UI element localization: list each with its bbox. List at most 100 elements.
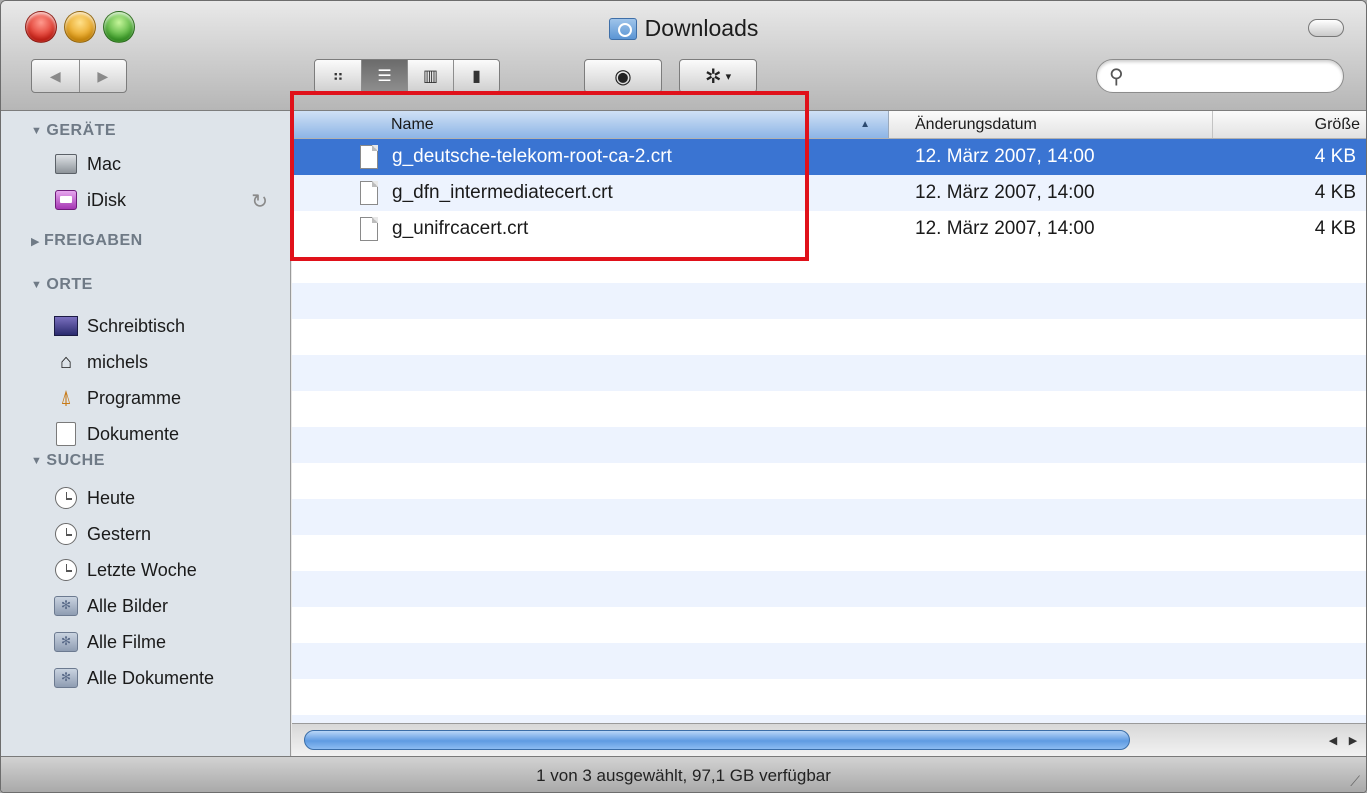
back-button[interactable]: ◀ (32, 60, 79, 92)
sidebar-item-idisk[interactable]: iDisk ↻ (1, 182, 290, 218)
sidebar-item-alle-bilder[interactable]: Alle Bilder (1, 588, 290, 624)
scroll-right-icon[interactable]: ▶ (1344, 730, 1362, 750)
file-name: g_deutsche-telekom-root-ca-2.crt (392, 146, 672, 167)
home-icon: ⌂ (59, 350, 73, 373)
window-title-text: Downloads (644, 15, 759, 41)
section-label: ORTE (46, 276, 93, 293)
certificate-file-icon (360, 181, 378, 205)
file-name: g_unifrcacert.crt (392, 218, 529, 239)
disclosure-triangle-icon: ▼ (31, 125, 43, 137)
scrollbar-thumb[interactable] (304, 730, 1130, 750)
applications-icon: ⍋ (60, 386, 72, 409)
idisk-icon (55, 190, 77, 210)
chevron-down-icon: ▾ (725, 70, 732, 83)
sidebar-item-michels[interactable]: ⌂ michels (1, 344, 290, 380)
forward-arrow-icon: ▶ (97, 67, 109, 84)
sidebar-item-label: Schreibtisch (87, 315, 186, 336)
status-text: 1 von 3 ausgewählt, 97,1 GB verfügbar (536, 765, 831, 785)
action-menu-button[interactable]: ✲ ▾ (679, 59, 757, 93)
sidebar-item-label: iDisk (87, 189, 126, 210)
resize-grip-icon[interactable]: ⟋ (1350, 773, 1360, 790)
clock-icon (55, 487, 77, 509)
sort-ascending-icon: ▲ (860, 119, 870, 130)
smart-folder-icon (54, 668, 78, 688)
sidebar-item-label: Alle Dokumente (87, 667, 215, 688)
icon-view-icon: ⠶ (332, 68, 344, 85)
search-field[interactable]: ⚲ (1096, 59, 1344, 93)
sidebar-item-schreibtisch[interactable]: Schreibtisch (1, 308, 290, 344)
list-view-icon: ☰ (377, 68, 392, 85)
disclosure-triangle-icon: ▼ (31, 279, 43, 291)
sidebar-item-label: Dokumente (87, 423, 180, 444)
window-title: Downloads (1, 15, 1366, 42)
list-view-button[interactable]: ☰ (361, 60, 407, 92)
sidebar-item-label: Letzte Woche (87, 559, 197, 580)
file-size: 4 KB (1314, 182, 1356, 203)
status-bar: 1 von 3 ausgewählt, 97,1 GB verfügbar ⟋ (1, 756, 1366, 792)
sidebar-item-alle-dokumente[interactable]: Alle Dokumente (1, 660, 290, 696)
clock-icon (55, 523, 77, 545)
sidebar-item-letzte-woche[interactable]: Letzte Woche (1, 552, 290, 588)
file-rows: g_deutsche-telekom-root-ca-2.crt 12. Mär… (292, 139, 1366, 247)
toolbar-toggle-button[interactable] (1308, 19, 1344, 37)
smart-folder-icon (54, 632, 78, 652)
toolbar: Downloads ◀ ▶ ⠶ ☰ ▥ ▮ ◉ ✲ ▾ ⚲ (1, 1, 1366, 111)
column-header-date[interactable]: Änderungsdatum (889, 111, 1213, 138)
disclosure-triangle-icon: ▼ (31, 455, 43, 467)
sidebar-item-label: Programme (87, 387, 182, 408)
certificate-file-icon (360, 145, 378, 169)
forward-button[interactable]: ▶ (78, 60, 127, 92)
disclosure-triangle-icon: ▶ (31, 235, 40, 248)
section-label: FREIGABEN (43, 232, 143, 249)
sidebar-item-programme[interactable]: ⍋ Programme (1, 380, 290, 416)
sidebar-item-label: michels (87, 351, 149, 372)
sidebar-item-label: Alle Bilder (87, 595, 169, 616)
eye-icon: ◉ (614, 65, 632, 88)
sync-icon[interactable]: ↻ (251, 189, 268, 214)
gear-icon: ✲ (704, 65, 722, 88)
horizontal-scrollbar[interactable]: ◀ ▶ (292, 723, 1366, 756)
list-background (292, 247, 1366, 723)
file-size: 4 KB (1314, 146, 1356, 167)
quick-look-button[interactable]: ◉ (584, 59, 662, 93)
section-label: GERÄTE (46, 122, 117, 139)
scroll-arrows: ◀ ▶ (1324, 730, 1362, 750)
column-header: Name ▲ Änderungsdatum Größe (292, 111, 1366, 139)
column-header-name[interactable]: Name ▲ (292, 111, 889, 138)
table-row[interactable]: g_unifrcacert.crt 12. März 2007, 14:00 4… (292, 211, 1366, 247)
view-switcher: ⠶ ☰ ▥ ▮ (314, 59, 500, 93)
sidebar-item-label: Mac (87, 153, 122, 174)
desktop-icon (54, 316, 78, 336)
file-date: 12. März 2007, 14:00 (915, 218, 1095, 239)
sidebar-section-geraete[interactable]: ▼ GERÄTE (1, 116, 290, 146)
column-header-size[interactable]: Größe (1213, 115, 1366, 134)
back-arrow-icon: ◀ (49, 67, 61, 84)
downloads-folder-icon (608, 17, 637, 40)
coverflow-view-button[interactable]: ▮ (453, 60, 499, 92)
sidebar-section-freigaben[interactable]: ▶ FREIGABEN (1, 226, 290, 256)
sidebar-item-alle-filme[interactable]: Alle Filme (1, 624, 290, 660)
sidebar-item-dokumente[interactable]: Dokumente (1, 416, 290, 452)
certificate-file-icon (360, 217, 378, 241)
smart-folder-icon (54, 596, 78, 616)
finder-window: Downloads ◀ ▶ ⠶ ☰ ▥ ▮ ◉ ✲ ▾ ⚲ ▼ GERÄTE M… (0, 0, 1367, 793)
coverflow-view-icon: ▮ (472, 68, 481, 85)
table-row[interactable]: g_deutsche-telekom-root-ca-2.crt 12. Mär… (292, 139, 1366, 175)
sidebar-section-orte[interactable]: ▼ ORTE (1, 270, 290, 300)
file-name: g_dfn_intermediatecert.crt (392, 182, 613, 203)
sidebar-item-gestern[interactable]: Gestern (1, 516, 290, 552)
search-icon: ⚲ (1109, 65, 1124, 88)
file-size: 4 KB (1314, 218, 1356, 239)
documents-icon (56, 422, 76, 446)
scroll-left-icon[interactable]: ◀ (1324, 730, 1342, 750)
icon-view-button[interactable]: ⠶ (315, 60, 361, 92)
sidebar: ▼ GERÄTE Mac iDisk ↻ ▶ FREIGABEN ▼ ORTE … (1, 111, 291, 756)
table-row[interactable]: g_dfn_intermediatecert.crt 12. März 2007… (292, 175, 1366, 211)
search-input[interactable] (1129, 67, 1320, 85)
column-label: Größe (1314, 115, 1360, 133)
sidebar-item-heute[interactable]: Heute (1, 480, 290, 516)
navigation-buttons: ◀ ▶ (31, 59, 127, 93)
mac-icon (55, 154, 77, 174)
column-view-button[interactable]: ▥ (407, 60, 453, 92)
sidebar-item-mac[interactable]: Mac (1, 146, 290, 182)
